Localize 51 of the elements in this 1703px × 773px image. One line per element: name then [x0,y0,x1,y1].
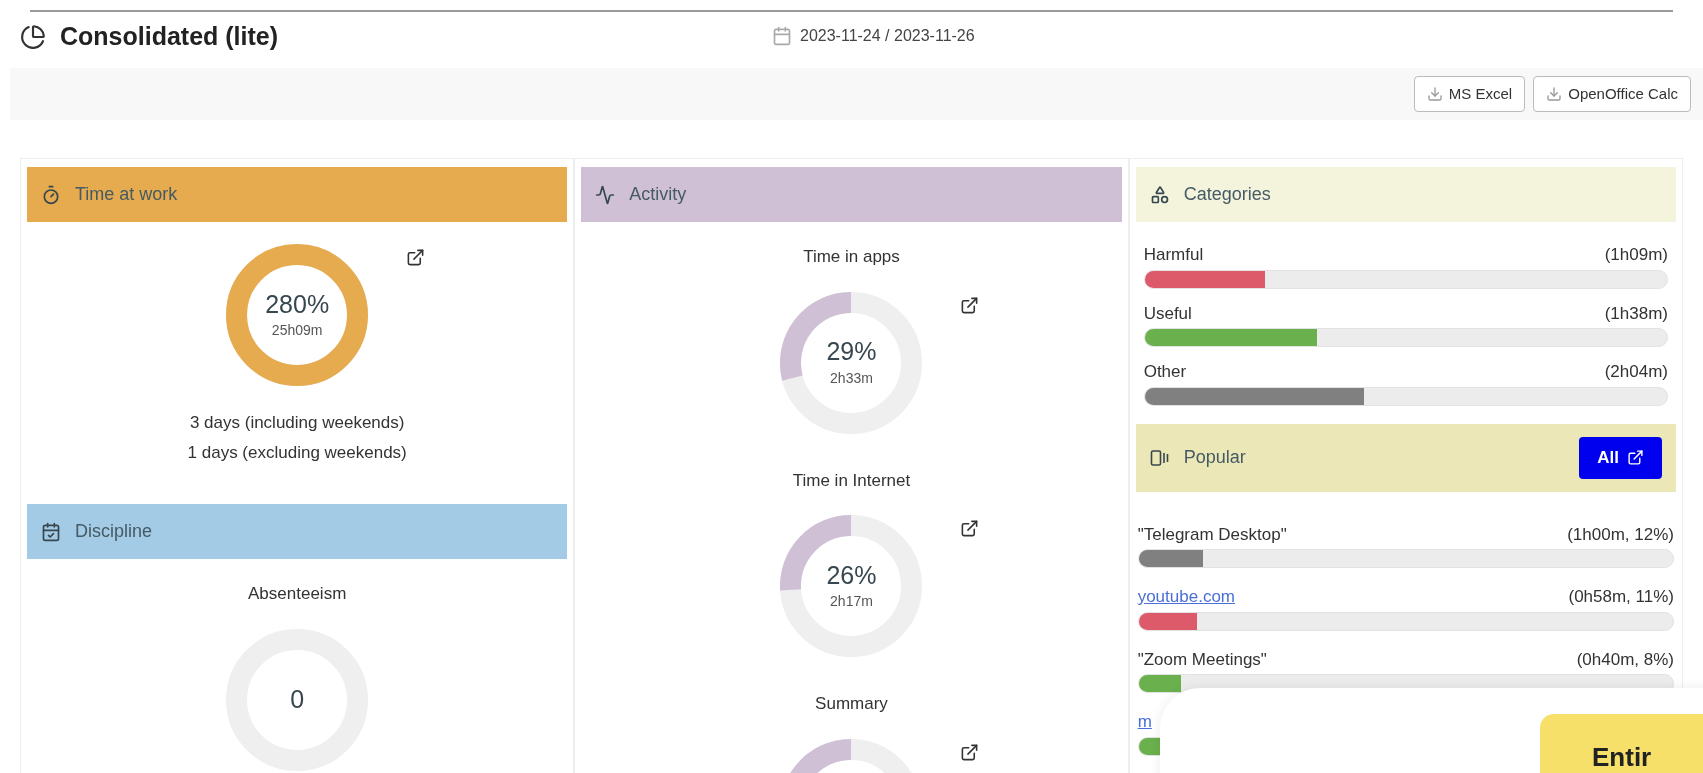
days-text: 1 days (excluding weekends) [187,442,407,464]
bar-reading: (1h38m) [1604,302,1668,325]
section-title: Discipline [75,520,154,543]
external-link-icon[interactable] [960,742,980,762]
section-title: Categories [1183,183,1272,206]
donut-duration: 25h09m [271,321,323,341]
calendar-check-icon [41,521,61,542]
external-link-icon[interactable] [960,295,980,315]
bar-label: "Telegram Desktop" [1137,523,1287,546]
chart-caption: Summary [815,693,888,715]
chart-caption: Absenteeism [248,583,347,605]
bar-label: Useful [1143,302,1192,325]
device-bars-icon [1149,447,1170,468]
donut-value: 0 [290,683,305,715]
stopwatch-icon [41,184,61,205]
bar-reading: (0h58m, 11%) [1568,586,1674,608]
external-link-icon[interactable] [406,248,426,267]
bar-label: Harmful [1143,244,1204,266]
download-icon [1426,86,1443,102]
page-title: Consolidated (lite) [60,21,279,53]
bar-reading: (1h00m, 12%) [1567,523,1674,546]
section-title: Popular [1183,446,1247,469]
donut-value: 26% [826,559,877,591]
donut-duration: 2h17m [830,592,873,612]
pulse-icon [595,184,616,205]
section-title: Time at work [75,183,179,206]
all-button[interactable]: All [1579,436,1662,479]
bar-reading: (1h09m) [1604,244,1668,266]
chart-caption: Time in Internet [792,469,911,492]
site-link[interactable]: m [1137,709,1152,735]
external-link-icon [1627,449,1644,466]
chart-caption: Time in apps [803,246,900,268]
entire-button[interactable]: Entir [1540,714,1703,773]
download-icon [1546,86,1563,102]
donut-value: 29% [826,336,877,368]
export-button[interactable]: OpenOffice Calc [1533,76,1691,112]
donut-duration: 2h33m [830,368,873,388]
site-link[interactable]: youtube.com [1137,584,1235,610]
external-link-icon[interactable] [960,519,980,538]
shapes-icon [1149,184,1170,205]
bar-label: Other [1143,361,1187,383]
date-range: 2023-11-24 / 2023-11-26 [800,26,975,46]
pie-chart-icon [20,24,46,50]
donut-value: 280% [265,288,330,320]
section-title: Activity [629,183,688,206]
calendar-icon [772,26,792,46]
bar-reading: (2h04m) [1604,361,1668,383]
days-text: 3 days (including weekends) [189,412,405,434]
bar-label: "Zoom Meetings" [1137,648,1267,671]
bar-reading: (0h40m, 8%) [1576,648,1674,671]
export-button[interactable]: MS Excel [1413,76,1526,112]
